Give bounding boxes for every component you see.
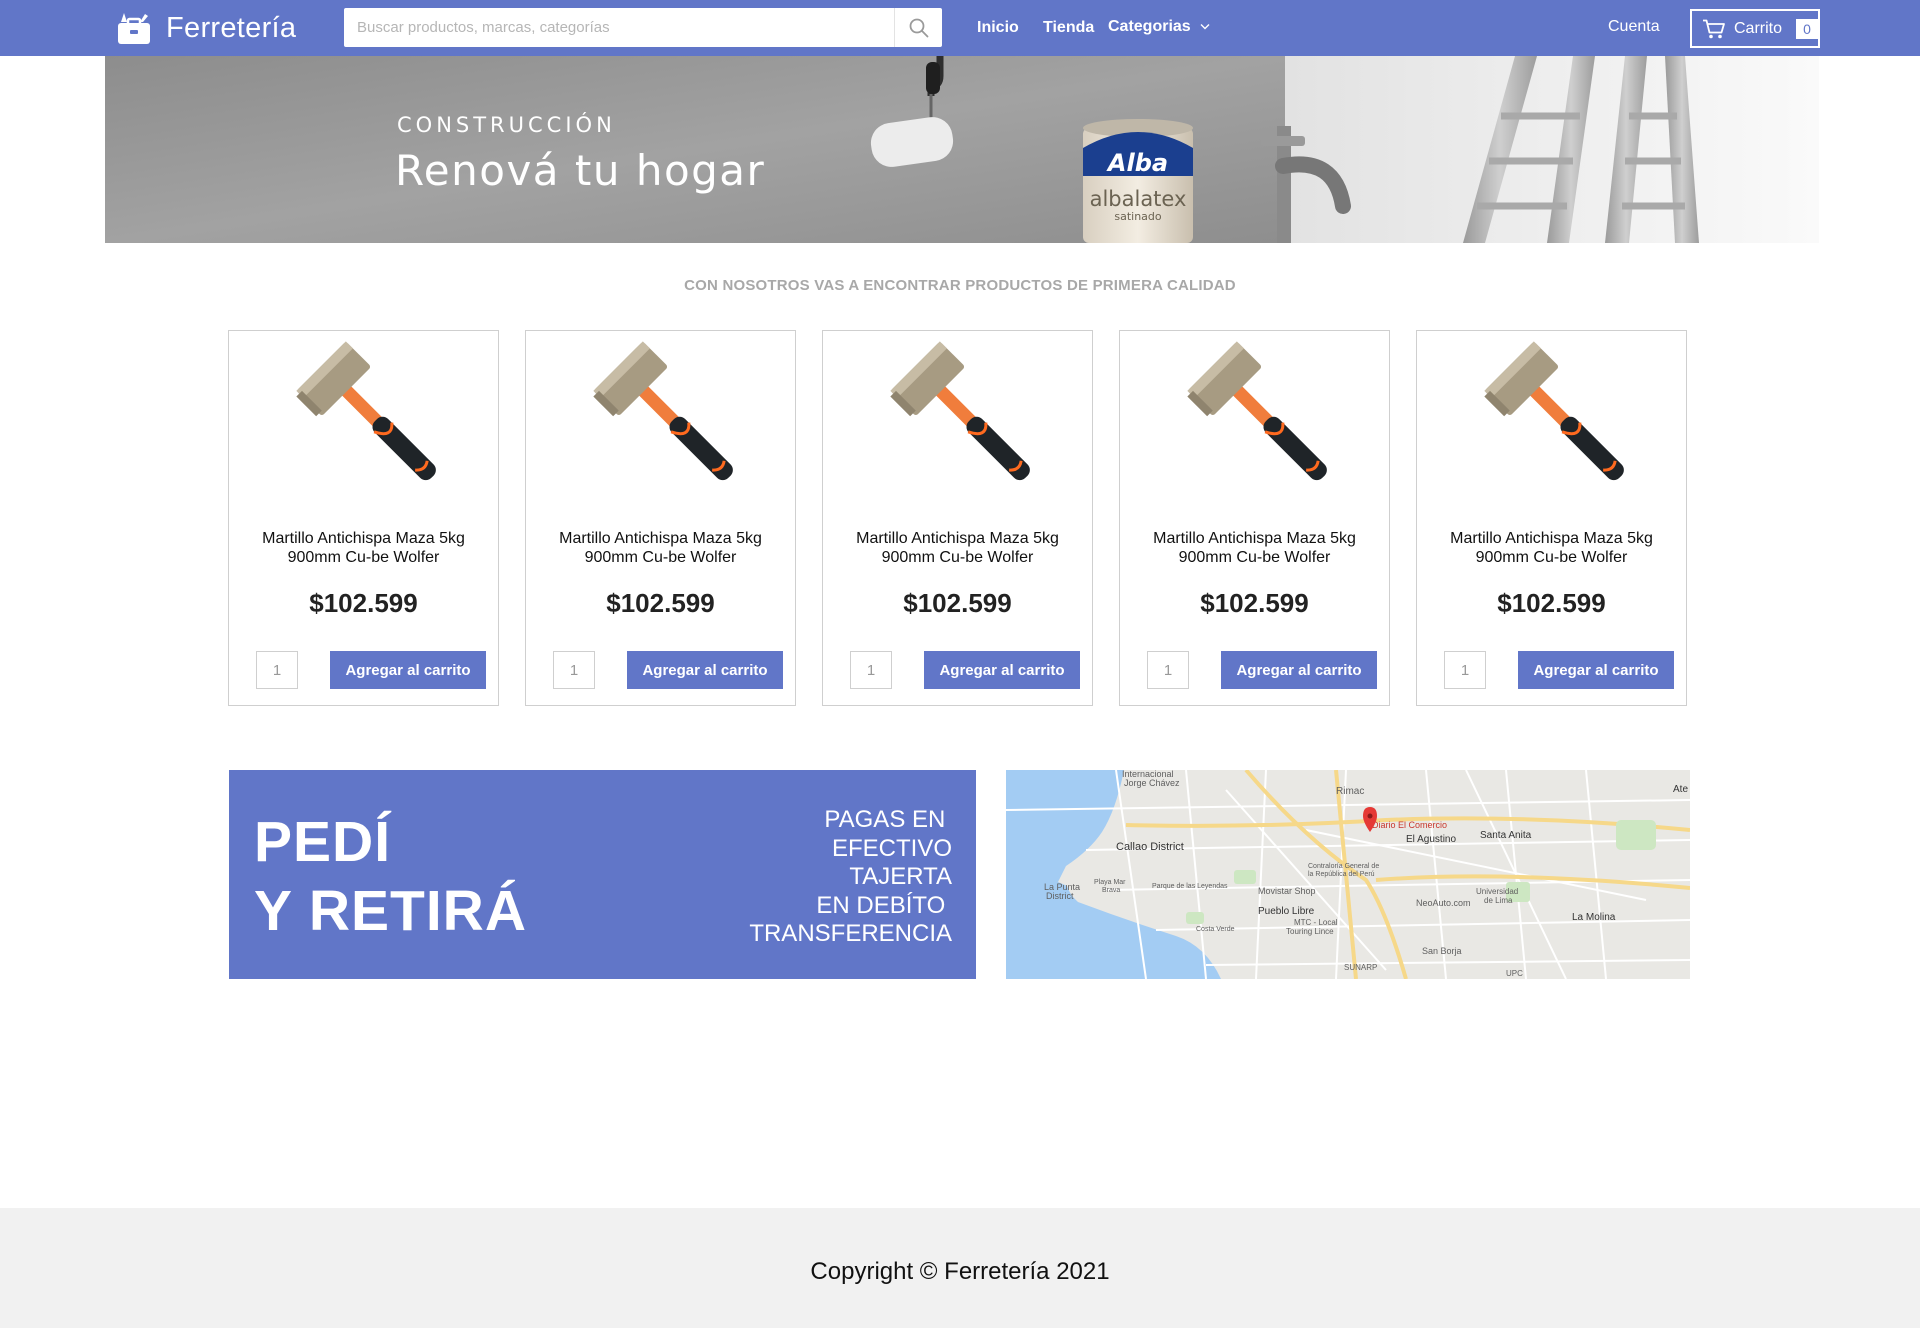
hammer-product-image[interactable]: [277, 337, 453, 507]
account-link[interactable]: Cuenta: [1608, 17, 1660, 37]
nav-link-categorias-label: Categorias: [1108, 18, 1191, 35]
paint-variant-text: satinado: [1114, 210, 1162, 223]
map-image: Internacional Jorge Chávez Rimac Callao …: [1006, 770, 1690, 979]
add-to-cart-button[interactable]: Agregar al carrito: [924, 651, 1080, 689]
nav-link-tienda[interactable]: Tienda: [1043, 18, 1094, 38]
hero-kicker: CONSTRUCCIÓN: [397, 113, 616, 137]
cart-label: Carrito: [1733, 19, 1782, 37]
promo-title-line-2: Y RETIRÁ: [254, 879, 527, 943]
promo-title-line-1: PEDÍ: [254, 810, 392, 874]
hammer-product-image[interactable]: [574, 337, 750, 507]
map-label: la República del Perú: [1308, 871, 1375, 878]
add-to-cart-button[interactable]: Agregar al carrito: [1518, 651, 1674, 689]
product-card: Martillo Antichispa Maza 5kg 900mm Cu-be…: [1416, 330, 1687, 706]
hammer-product-image[interactable]: [871, 337, 1047, 507]
product-price: $102.599: [309, 588, 418, 618]
payment-method: EFECTIVO: [831, 834, 952, 862]
chevron-down-icon: [1200, 24, 1210, 30]
product-price: $102.599: [903, 588, 1012, 618]
product-grid: Martillo Antichispa Maza 5kg 900mm Cu-be…: [228, 330, 1688, 706]
product-price: $102.599: [1497, 588, 1606, 618]
map-label: Parque de las Leyendas: [1152, 883, 1228, 890]
product-name[interactable]: Martillo Antichispa Maza 5kg 900mm Cu-be…: [1120, 529, 1389, 567]
store-location-map[interactable]: Internacional Jorge Chávez Rimac Callao …: [1006, 770, 1690, 979]
quantity-input[interactable]: [1147, 651, 1189, 689]
cart-button[interactable]: Carrito 0: [1690, 9, 1820, 48]
map-label: Jorge Chávez: [1124, 778, 1180, 788]
paint-brand-text: Alba: [1106, 149, 1168, 177]
quantity-input[interactable]: [1444, 651, 1486, 689]
map-label: District: [1046, 891, 1074, 901]
payment-method: TAJERTA: [849, 863, 952, 890]
pickup-promo-banner: PEDÍ Y RETIRÁ PAGAS EN EFECTIVO TAJERTA …: [229, 770, 976, 979]
product-card: Martillo Antichispa Maza 5kg 900mm Cu-be…: [525, 330, 796, 706]
nav-dropdown-categorias[interactable]: Categorias: [1108, 17, 1210, 37]
navbar: Ferretería Inicio Tienda Categorias Cuen…: [0, 0, 1920, 56]
add-to-cart-button[interactable]: Agregar al carrito: [330, 651, 486, 689]
product-name[interactable]: Martillo Antichispa Maza 5kg 900mm Cu-be…: [823, 529, 1092, 567]
product-card: Martillo Antichispa Maza 5kg 900mm Cu-be…: [1119, 330, 1390, 706]
map-label: UPC: [1506, 969, 1523, 978]
hero-banner: Alba albalatex satinado CONSTRUCCIÓN Ren…: [105, 56, 1819, 243]
product-card: Martillo Antichispa Maza 5kg 900mm Cu-be…: [228, 330, 499, 706]
search-button[interactable]: [894, 8, 942, 47]
map-label: Universidad: [1476, 887, 1518, 896]
hammer-product-image[interactable]: [1168, 337, 1344, 507]
payment-methods-list: PAGAS EN EFECTIVO TAJERTA EN DEBÍTO TRAN…: [749, 806, 952, 949]
map-label: Movistar Shop: [1258, 886, 1316, 896]
search-box: [344, 8, 942, 47]
hero-title: Renová tu hogar: [395, 146, 766, 195]
map-label: Playa Mar: [1094, 879, 1126, 886]
map-label: Diario El Comercio: [1372, 820, 1447, 830]
cart-count-badge: 0: [1796, 18, 1818, 39]
product-name[interactable]: Martillo Antichispa Maza 5kg 900mm Cu-be…: [1417, 529, 1686, 567]
map-label: Callao District: [1116, 841, 1184, 853]
map-label: NeoAuto.com: [1416, 898, 1471, 908]
product-price: $102.599: [1200, 588, 1309, 618]
map-label: Brava: [1102, 887, 1120, 894]
map-label: Rimac: [1336, 786, 1364, 797]
brand-logo[interactable]: Ferretería: [116, 8, 296, 48]
map-label: Ate: [1673, 784, 1688, 795]
section-tagline: CON NOSOTROS VAS A ENCONTRAR PRODUCTOS D…: [684, 277, 1236, 294]
quantity-input[interactable]: [256, 651, 298, 689]
paint-product-text: albalatex: [1090, 187, 1187, 211]
copyright-text: Copyright © Ferretería 2021: [810, 1258, 1110, 1285]
map-label: La Molina: [1572, 912, 1616, 923]
product-name[interactable]: Martillo Antichispa Maza 5kg 900mm Cu-be…: [526, 529, 795, 567]
search-input[interactable]: [344, 8, 894, 47]
product-card: Martillo Antichispa Maza 5kg 900mm Cu-be…: [822, 330, 1093, 706]
quantity-input[interactable]: [553, 651, 595, 689]
product-name[interactable]: Martillo Antichispa Maza 5kg 900mm Cu-be…: [229, 529, 498, 567]
search-icon: [909, 18, 928, 37]
payment-method: PAGAS EN: [824, 806, 952, 833]
map-label: Contraloría General de: [1308, 863, 1379, 870]
map-label: Costa Verde: [1196, 926, 1235, 933]
hammer-product-image[interactable]: [1465, 337, 1641, 507]
quantity-input[interactable]: [850, 651, 892, 689]
toolbox-icon: [118, 13, 150, 44]
product-price: $102.599: [606, 588, 715, 618]
map-label: Touring Lince: [1286, 927, 1334, 936]
map-label: San Borja: [1422, 946, 1462, 956]
map-label: El Agustino: [1406, 834, 1456, 845]
hero-illustration: Alba albalatex satinado: [105, 56, 1819, 243]
brand-name: Ferretería: [166, 11, 297, 44]
add-to-cart-button[interactable]: Agregar al carrito: [627, 651, 783, 689]
map-label: de Lima: [1484, 896, 1513, 905]
add-to-cart-button[interactable]: Agregar al carrito: [1221, 651, 1377, 689]
footer: Copyright © Ferretería 2021: [0, 1208, 1920, 1328]
map-label: MTC - Local: [1294, 918, 1338, 927]
nav-link-inicio[interactable]: Inicio: [977, 18, 1019, 38]
map-label: SUNARP: [1344, 963, 1377, 972]
map-label: Santa Anita: [1480, 830, 1532, 841]
cart-icon: [1702, 19, 1725, 38]
payment-method: EN DEBÍTO: [816, 891, 952, 919]
map-label: Pueblo Libre: [1258, 906, 1315, 917]
payment-method: TRANSFERENCIA: [749, 920, 952, 947]
promo-title: PEDÍ Y RETIRÁ: [254, 808, 527, 946]
